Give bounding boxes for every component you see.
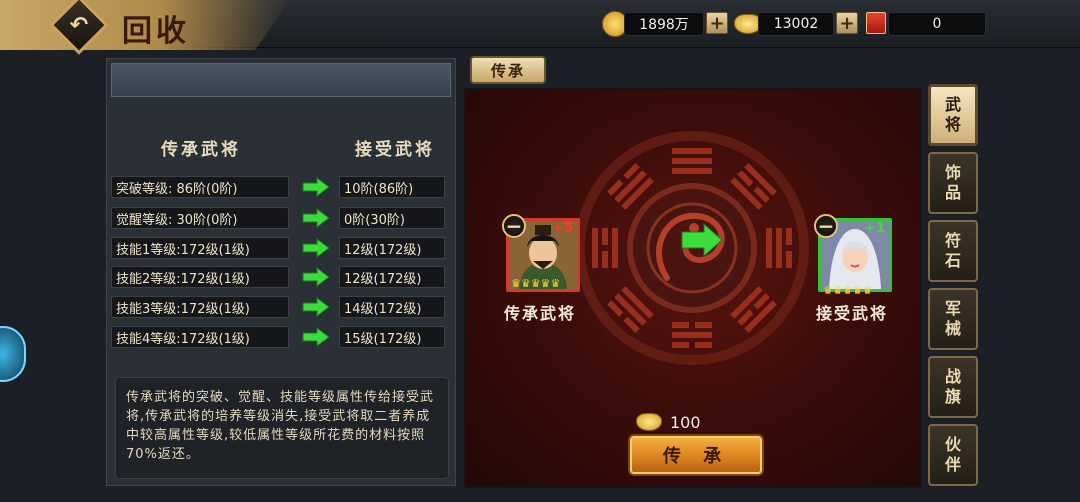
inheritance-description: 传承武将的突破、觉醒、技能等级属性传给接受武将,传承武将的培养等级消失,接受武将…: [115, 377, 449, 479]
star-rating: ♛♛♛♛♛: [511, 277, 575, 290]
stat-from-value: 技能1等级:172级(1级): [111, 237, 289, 259]
stat-from-value: 技能2等级:172级(1级): [111, 266, 289, 288]
crown-icon: ♛♛♛♛♛: [823, 284, 873, 297]
attribute-panel: 传承武将 接受武将 突破等级: 86阶(0阶) 10阶(86阶) 觉醒等级: 3…: [106, 58, 456, 486]
remove-left-hero-button[interactable]: −: [502, 214, 526, 238]
green-arrow-icon: [302, 297, 330, 317]
ingot-icon: [636, 413, 662, 431]
side-tab-label: 石: [944, 251, 961, 270]
right-hero-name: 接受武将: [816, 304, 889, 323]
side-tab-label: 伴: [944, 455, 961, 474]
green-arrow-icon: [302, 267, 330, 287]
inheritance-stage: ♛♛♛♛♛ − +5 传承武将 ♛♛♛♛♛ − +1 接受武将 100 传 承: [464, 88, 922, 488]
add-gold-button[interactable]: +: [706, 12, 728, 34]
stat-from-value: 技能3等级:172级(1级): [111, 296, 289, 318]
scroll-icon: [866, 12, 886, 34]
scroll-amount: 0: [888, 12, 986, 36]
inherit-button[interactable]: 传 承: [628, 434, 764, 476]
back-arrow-icon: ↶: [69, 12, 89, 38]
bagua-emblem-icon: [575, 131, 809, 365]
stat-to-value: 10阶(86阶): [339, 176, 445, 198]
side-tab-accessories[interactable]: 饰 品: [928, 152, 978, 214]
side-tab-banners[interactable]: 战 旗: [928, 356, 978, 418]
side-tab-label: 饰: [944, 163, 961, 182]
side-tab-label: 旗: [944, 387, 961, 406]
column-title-from: 传承武将: [161, 140, 241, 160]
green-arrow-icon: [302, 177, 330, 197]
stat-from-value: 技能4等级:172级(1级): [111, 326, 289, 348]
cost-display: 100: [636, 410, 756, 434]
left-hero-level-badge: +5: [552, 220, 574, 236]
add-ingot-button[interactable]: +: [836, 12, 858, 34]
panel-header-bar: [111, 63, 451, 97]
side-tab-partners[interactable]: 伙 伴: [928, 424, 978, 486]
gold-amount: 1898万: [624, 12, 704, 36]
stat-to-value: 0阶(30阶): [339, 207, 445, 229]
left-hero-name: 传承武将: [504, 304, 577, 323]
column-title-to: 接受武将: [355, 140, 435, 160]
green-arrow-icon: [302, 208, 330, 228]
cost-value: 100: [670, 412, 701, 432]
side-tab-label: 军: [944, 299, 961, 318]
crown-icon: ♛♛♛♛♛: [511, 277, 561, 290]
right-hero-level-badge: +1: [864, 220, 886, 236]
side-tab-label: 械: [944, 319, 961, 338]
side-tab-heroes[interactable]: 武 将: [928, 84, 978, 146]
ingot-amount: 13002: [758, 12, 834, 36]
tab-inheritance[interactable]: 传承: [470, 56, 546, 84]
side-tab-label: 伙: [944, 435, 961, 454]
stat-from-value: 突破等级: 86阶(0阶): [111, 176, 289, 198]
side-tab-runes[interactable]: 符 石: [928, 220, 978, 282]
stat-to-value: 15级(172级): [339, 326, 445, 348]
stat-from-value: 觉醒等级: 30阶(0阶): [111, 207, 289, 229]
side-tab-label: 武: [944, 95, 961, 114]
side-tab-label: 将: [944, 115, 961, 134]
side-tab-weapons[interactable]: 军 械: [928, 288, 978, 350]
side-tab-label: 符: [944, 231, 961, 250]
stat-to-value: 12级(172级): [339, 237, 445, 259]
stat-to-value: 12级(172级): [339, 266, 445, 288]
green-arrow-icon: [302, 238, 330, 258]
page-title: 回收: [122, 14, 190, 49]
top-bar: ↶ 回收 1898万 + 13002 + 0: [0, 0, 1080, 55]
floating-assistant-icon[interactable]: [0, 326, 26, 382]
side-tab-label: 品: [944, 183, 961, 202]
remove-right-hero-button[interactable]: −: [814, 214, 838, 238]
stat-to-value: 14级(172级): [339, 296, 445, 318]
side-tab-label: 战: [944, 367, 961, 386]
green-arrow-icon: [302, 327, 330, 347]
star-rating: ♛♛♛♛♛: [823, 279, 887, 296]
